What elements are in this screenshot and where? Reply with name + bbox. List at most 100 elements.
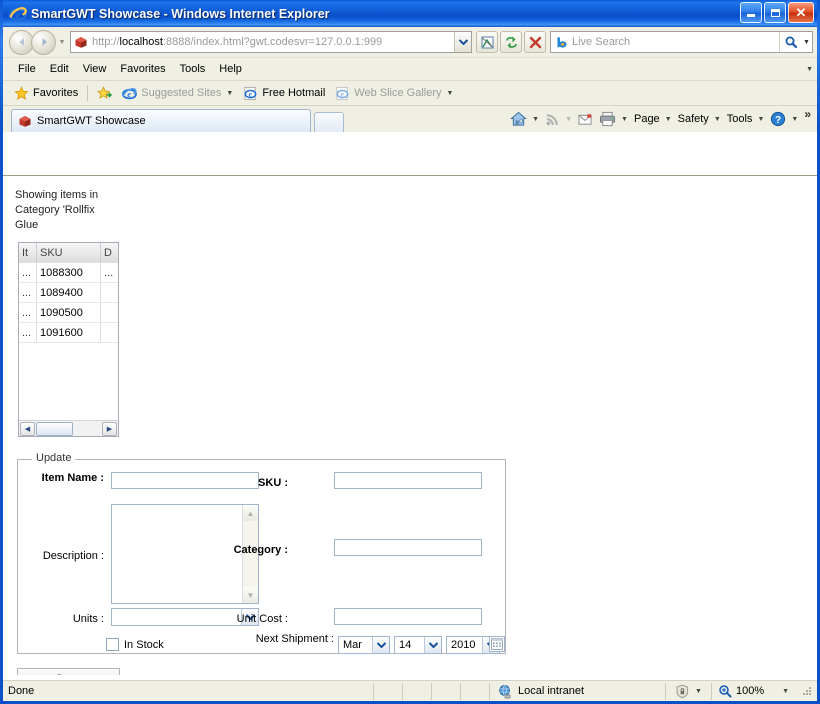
forward-button[interactable] [31,29,56,55]
forward-arrow-icon [42,38,47,46]
menu-file[interactable]: File [11,61,43,77]
category-field[interactable] [334,539,482,556]
zoom-indicator[interactable]: 100% ▼ [712,684,800,698]
maximize-button[interactable] [764,2,786,23]
recent-pages-dropdown[interactable]: ▼ [56,39,68,46]
grid-column-header-item[interactable]: It [19,243,37,263]
address-dropdown-button[interactable] [454,32,471,52]
calendar-picker-button[interactable] [489,636,505,652]
refresh-button[interactable] [500,31,522,53]
page-favicon-icon [74,35,88,49]
grid-column-header-description[interactable]: D [101,243,118,263]
cell-description: ... [104,266,114,279]
add-to-favorites-bar-button[interactable] [92,85,117,101]
svg-text:?: ? [775,115,781,126]
page-menu-button[interactable]: Page ▼ [631,113,675,125]
home-button[interactable]: ▼ [507,111,542,127]
chevron-down-icon: ▼ [713,115,721,123]
chevron-down-icon[interactable]: ▼ [695,688,702,695]
page-content: Showing items in Category 'Rollfix Glue … [3,175,817,675]
magnifier-plus-icon [719,685,732,698]
menu-tools[interactable]: Tools [173,61,213,77]
page-menu-label: Page [633,113,660,125]
tools-menu-button[interactable]: Tools ▼ [724,113,768,125]
browser-client-area: ▼ http://localhost:8888/index.html?gwt.c… [3,27,817,701]
grid-column-header-sku[interactable]: SKU [37,243,101,263]
status-text: Done [8,685,35,697]
chevron-down-icon[interactable] [424,637,441,653]
save-button[interactable]: Save [17,668,120,675]
scroll-right-button[interactable]: ▶ [102,421,117,436]
grid-horizontal-scrollbar[interactable]: ◀ ▶ [19,420,118,436]
minimize-button[interactable] [740,2,762,23]
sku-field[interactable] [334,472,482,489]
units-label: Units : [72,613,104,625]
cell-sku: 1091600 [37,323,101,342]
in-stock-checkbox[interactable] [106,638,119,651]
new-tab-button[interactable] [314,112,344,132]
suggested-sites-button[interactable]: e Suggested Sites ▼ [117,86,238,101]
cell-item: ... [19,283,37,302]
chevron-down-icon: ▼ [806,65,813,73]
menu-help[interactable]: Help [212,61,249,77]
table-row[interactable]: ... 1088300 ... [19,263,118,283]
grid-header-row: It SKU D [19,243,118,263]
star-add-icon [97,85,113,99]
shipment-day-select[interactable]: 14 [394,636,442,654]
menu-view[interactable]: View [76,61,114,77]
magnifier-icon [785,36,797,49]
close-icon: ✕ [795,5,807,20]
scroll-down-button[interactable]: ▼ [243,587,258,603]
help-menu-button[interactable]: ? ▼ [767,111,801,127]
scroll-up-button[interactable]: ▲ [243,505,258,521]
command-bar-overflow-button[interactable]: » [801,107,814,121]
live-search-icon [554,35,569,50]
zoom-label: 100% [736,685,765,697]
tab-label: SmartGWT Showcase [37,115,146,127]
safety-menu-button[interactable]: Safety ▼ [675,113,724,125]
protected-mode-indicator[interactable]: ▼ [666,684,711,699]
suggested-sites-label: Suggested Sites [141,87,222,99]
table-row[interactable]: ... 1091600 [19,323,118,343]
scroll-left-button[interactable]: ◀ [20,421,35,436]
stop-icon [529,36,541,48]
next-shipment-label: Next Shipment : [255,633,334,645]
shield-icon [676,684,689,698]
scrollbar-thumb[interactable] [36,421,73,436]
chevron-down-icon[interactable] [372,637,389,653]
read-mail-button[interactable] [575,113,596,126]
menu-favorites[interactable]: Favorites [113,61,172,77]
web-slice-gallery-button[interactable]: e Web Slice Gallery ▼ [330,86,458,101]
mail-icon [578,113,592,125]
feeds-button[interactable]: ▼ [542,112,575,127]
print-button[interactable]: ▼ [596,111,631,127]
free-hotmail-button[interactable]: e Free Hotmail [238,86,330,101]
ie-logo-icon: e [8,5,28,23]
security-zone-indicator[interactable]: Local intranet [490,684,665,699]
table-row[interactable]: ... 1090500 [19,303,118,323]
menu-bar-overflow[interactable]: ▼ [801,66,817,73]
stop-button[interactable] [524,31,546,53]
svg-text:e: e [16,10,21,21]
unit-cost-label: Unit Cost : [236,613,288,625]
menu-edit[interactable]: Edit [43,61,76,77]
cell-description [101,323,118,342]
table-row[interactable]: ... 1089400 [19,283,118,303]
resize-grip[interactable] [800,684,814,698]
unit-cost-field[interactable] [334,608,482,625]
search-box[interactable]: Live Search ▼ [550,31,813,53]
favorites-button[interactable]: Favorites [9,85,83,101]
cell-item: ... [19,263,37,282]
command-bar: ▼ ▼ ▼ Page ▼ Safety ▼ Tools ▼ ? ▼ » [507,106,817,132]
chevron-down-icon[interactable]: ▼ [782,688,789,695]
web-slice-gallery-label: Web Slice Gallery [354,87,442,99]
close-button[interactable]: ✕ [788,2,814,23]
search-options-dropdown[interactable]: ▼ [801,32,812,52]
refresh-icon [505,36,517,48]
compatibility-view-button[interactable] [476,31,498,53]
tab-smartgwt-showcase[interactable]: SmartGWT Showcase [11,109,311,132]
address-bar[interactable]: http://localhost:8888/index.html?gwt.cod… [70,31,472,53]
shipment-month-select[interactable]: Mar [338,636,390,654]
search-go-button[interactable] [779,32,801,52]
chevron-down-icon: ▼ [446,89,454,97]
